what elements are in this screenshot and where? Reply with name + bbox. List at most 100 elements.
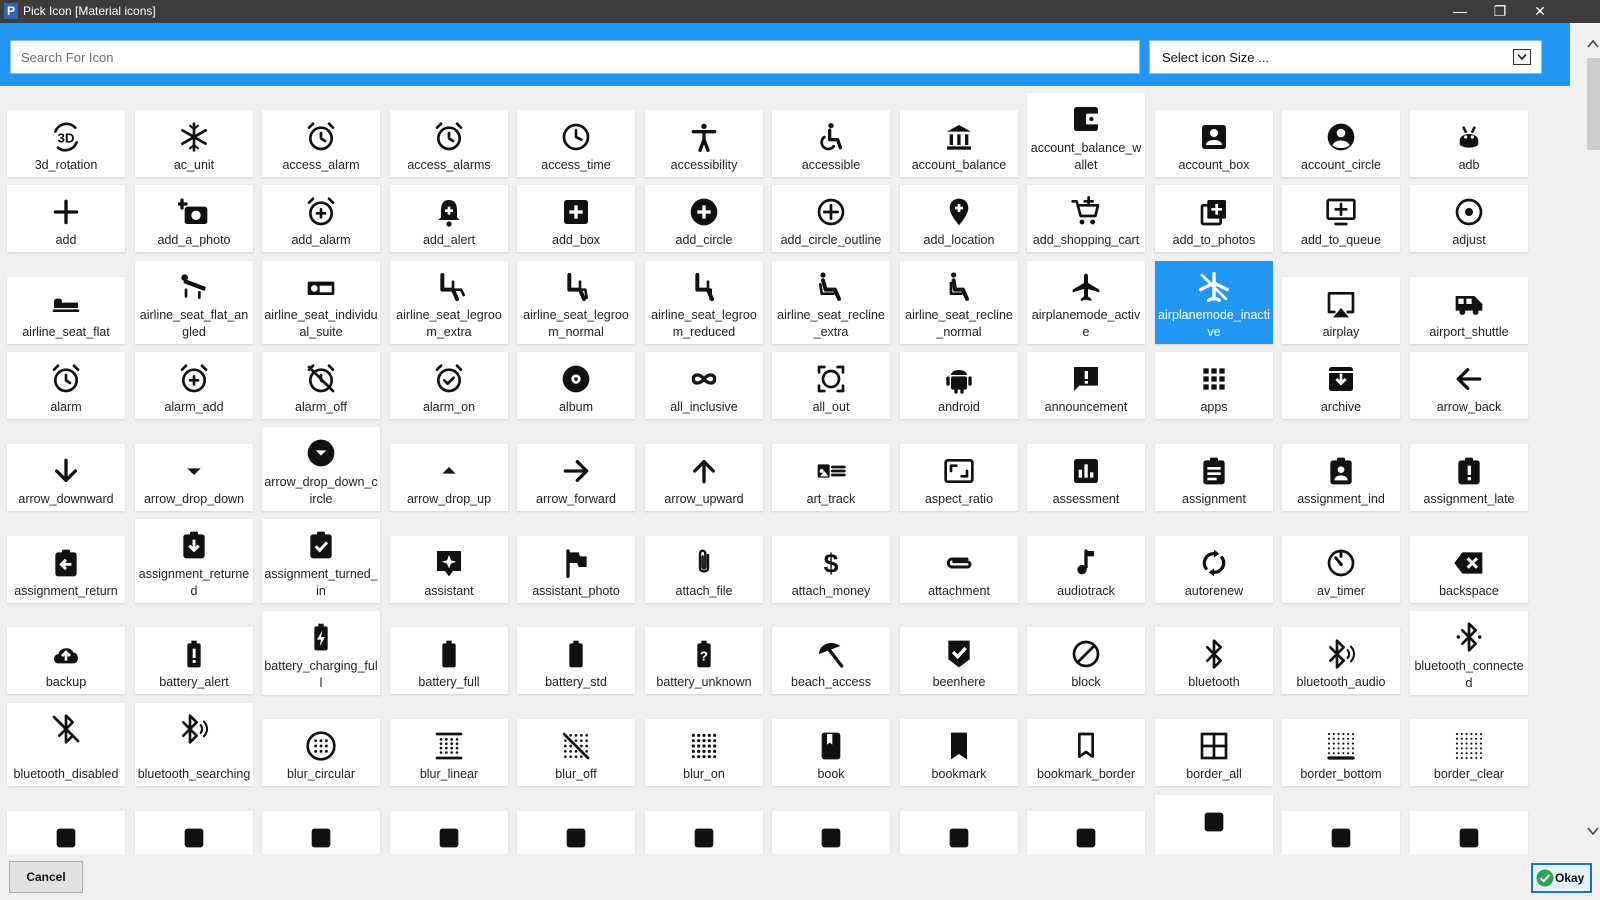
icon-tile-bookmark[interactable]: bookmark [900,719,1018,786]
icon-tile-airline_seat_recline_normal[interactable]: airline_seat_recline_normal [900,261,1018,344]
minimize-button[interactable]: — [1440,0,1480,23]
icon-tile-border_style[interactable] [772,811,890,854]
icon-tile-airline_seat_individual_suite[interactable]: airline_seat_individual_suite [262,261,380,344]
okay-button[interactable]: Okay [1531,863,1592,893]
icon-tile-alarm_add[interactable]: alarm_add [135,352,253,419]
icon-tile-attach_money[interactable]: $ attach_money [772,536,890,603]
icon-tile-airport_shuttle[interactable]: airport_shuttle [1410,277,1528,344]
icon-tile-airplanemode_inactive[interactable]: airplanemode_inactive [1155,261,1273,344]
icon-tile-book[interactable]: book [772,719,890,786]
scroll-up-icon[interactable] [1586,37,1600,51]
icon-tile-access_alarm[interactable]: access_alarm [262,110,380,177]
icon-tile-av_timer[interactable]: av_timer [1282,536,1400,603]
icon-tile-add_shopping_cart[interactable]: add_shopping_cart [1027,185,1145,252]
icon-tile-accessibility[interactable]: accessibility [645,110,763,177]
icon-tile-battery_std[interactable]: battery_std [517,627,635,694]
icon-tile-archive[interactable]: archive [1282,352,1400,419]
icon-tile-access_alarms[interactable]: access_alarms [390,110,508,177]
icon-tile-announcement[interactable]: announcement [1027,352,1145,419]
icon-tile-blur_on[interactable]: blur_on [645,719,763,786]
icon-tile-airplanemode_active[interactable]: airplanemode_active [1027,261,1145,344]
icon-tile-assignment_turned_in[interactable]: assignment_turned_in [262,519,380,603]
icon-tile-airline_seat_flat_angled[interactable]: airline_seat_flat_angled [135,261,253,344]
icon-tile-bookmark_border[interactable]: bookmark_border [1027,719,1145,786]
icon-size-select[interactable]: Select icon Size ... [1149,40,1542,74]
icon-tile-arrow_drop_up[interactable]: arrow_drop_up [390,444,508,511]
icon-tile-airline_seat_legroom_reduced[interactable]: airline_seat_legroom_reduced [645,261,763,344]
icon-tile-accessible[interactable]: accessible [772,110,890,177]
icon-tile-add_alarm[interactable]: add_alarm [262,185,380,252]
icon-tile-battery_unknown[interactable]: ? battery_unknown [645,627,763,694]
icon-tile-all_out[interactable]: all_out [772,352,890,419]
icon-tile-airplay[interactable]: airplay [1282,277,1400,344]
icon-tile-arrow_drop_down_circle[interactable]: arrow_drop_down_circle [262,427,380,511]
icon-tile-android[interactable]: android [900,352,1018,419]
icon-tile-adb[interactable]: adb [1410,110,1528,177]
icon-tile-aspect_ratio[interactable]: aspect_ratio [900,444,1018,511]
icon-tile-border_right[interactable] [645,811,763,854]
icon-tile-block[interactable]: block [1027,627,1145,694]
icon-tile-attach_file[interactable]: attach_file [645,536,763,603]
icon-tile-add_location[interactable]: add_location [900,185,1018,252]
cancel-button[interactable]: Cancel [9,861,83,893]
icon-tile-account_circle[interactable]: account_circle [1282,110,1400,177]
icon-tile-account_box[interactable]: account_box [1155,110,1273,177]
icon-tile-border_vertical[interactable] [1027,811,1145,854]
scroll-down-icon[interactable] [1586,824,1600,838]
icon-tile-bluetooth_audio[interactable]: bluetooth_audio [1282,627,1400,694]
icon-tile-account_balance[interactable]: account_balance [900,110,1018,177]
icon-tile-bluetooth_connected[interactable]: bluetooth_connected [1410,611,1528,695]
icon-tile-account_balance_wallet[interactable]: account_balance_wallet [1027,93,1145,177]
search-input[interactable] [10,40,1140,74]
icon-tile-assistant_photo[interactable]: assistant_photo [517,536,635,603]
icon-tile-access_time[interactable]: access_time [517,110,635,177]
icon-tile-beach_access[interactable]: beach_access [772,627,890,694]
icon-tile-assistant[interactable]: assistant [390,536,508,603]
icon-tile-alarm_on[interactable]: alarm_on [390,352,508,419]
icon-tile-assignment_returned[interactable]: assignment_returned [135,519,253,603]
icon-tile-add_alert[interactable]: add_alert [390,185,508,252]
icon-tile-autorenew[interactable]: autorenew [1155,536,1273,603]
icon-tile-border_bottom[interactable]: border_bottom [1282,719,1400,786]
icon-tile-add[interactable]: add [7,185,125,252]
icon-tile-airline_seat_flat[interactable]: airline_seat_flat [7,277,125,344]
icon-tile-branding_watermark[interactable] [1155,795,1273,854]
icon-tile-blur_circular[interactable]: blur_circular [262,719,380,786]
icon-tile-border_color[interactable] [7,811,125,854]
icon-tile-add_box[interactable]: add_box [517,185,635,252]
icon-tile-add_a_photo[interactable]: add_a_photo [135,185,253,252]
icon-tile-airline_seat_recline_extra[interactable]: airline_seat_recline_extra [772,261,890,344]
icon-tile-arrow_forward[interactable]: arrow_forward [517,444,635,511]
icon-tile-assessment[interactable]: assessment [1027,444,1145,511]
icon-tile-bluetooth[interactable]: bluetooth [1155,627,1273,694]
icon-tile-add_circle_outline[interactable]: add_circle_outline [772,185,890,252]
icon-tile-battery_alert[interactable]: battery_alert [135,627,253,694]
icon-tile-ac_unit[interactable]: ac_unit [135,110,253,177]
restore-button[interactable]: ❐ [1480,0,1520,23]
icon-tile-airline_seat_legroom_normal[interactable]: airline_seat_legroom_normal [517,261,635,344]
icon-tile-airline_seat_legroom_extra[interactable]: airline_seat_legroom_extra [390,261,508,344]
icon-tile-attachment[interactable]: attachment [900,536,1018,603]
icon-tile-border_outer[interactable] [517,811,635,854]
icon-tile-border_left[interactable] [390,811,508,854]
icon-tile-border_clear[interactable]: border_clear [1410,719,1528,786]
icon-tile-add_to_queue[interactable]: add_to_queue [1282,185,1400,252]
scrollbar-thumb[interactable] [1587,58,1600,150]
icon-tile-assignment_return[interactable]: assignment_return [7,536,125,603]
icon-tile-bluetooth_disabled[interactable]: bluetooth_disabled [7,703,125,786]
icon-tile-alarm_off[interactable]: alarm_off [262,352,380,419]
icon-tile-arrow_back[interactable]: arrow_back [1410,352,1528,419]
icon-tile-audiotrack[interactable]: audiotrack [1027,536,1145,603]
icon-tile-battery_full[interactable]: battery_full [390,627,508,694]
icon-tile-adjust[interactable]: adjust [1410,185,1528,252]
icon-tile-brightness_1[interactable] [1282,811,1400,854]
icon-tile-alarm[interactable]: alarm [7,352,125,419]
icon-tile-add_circle[interactable]: add_circle [645,185,763,252]
icon-tile-backspace[interactable]: backspace [1410,536,1528,603]
icon-tile-add_to_photos[interactable]: add_to_photos [1155,185,1273,252]
icon-tile-border_all[interactable]: border_all [1155,719,1273,786]
icon-tile-beenhere[interactable]: beenhere [900,627,1018,694]
icon-tile-all_inclusive[interactable]: all_inclusive [645,352,763,419]
icon-tile-border_inner[interactable] [262,811,380,854]
icon-tile-blur_linear[interactable]: blur_linear [390,719,508,786]
